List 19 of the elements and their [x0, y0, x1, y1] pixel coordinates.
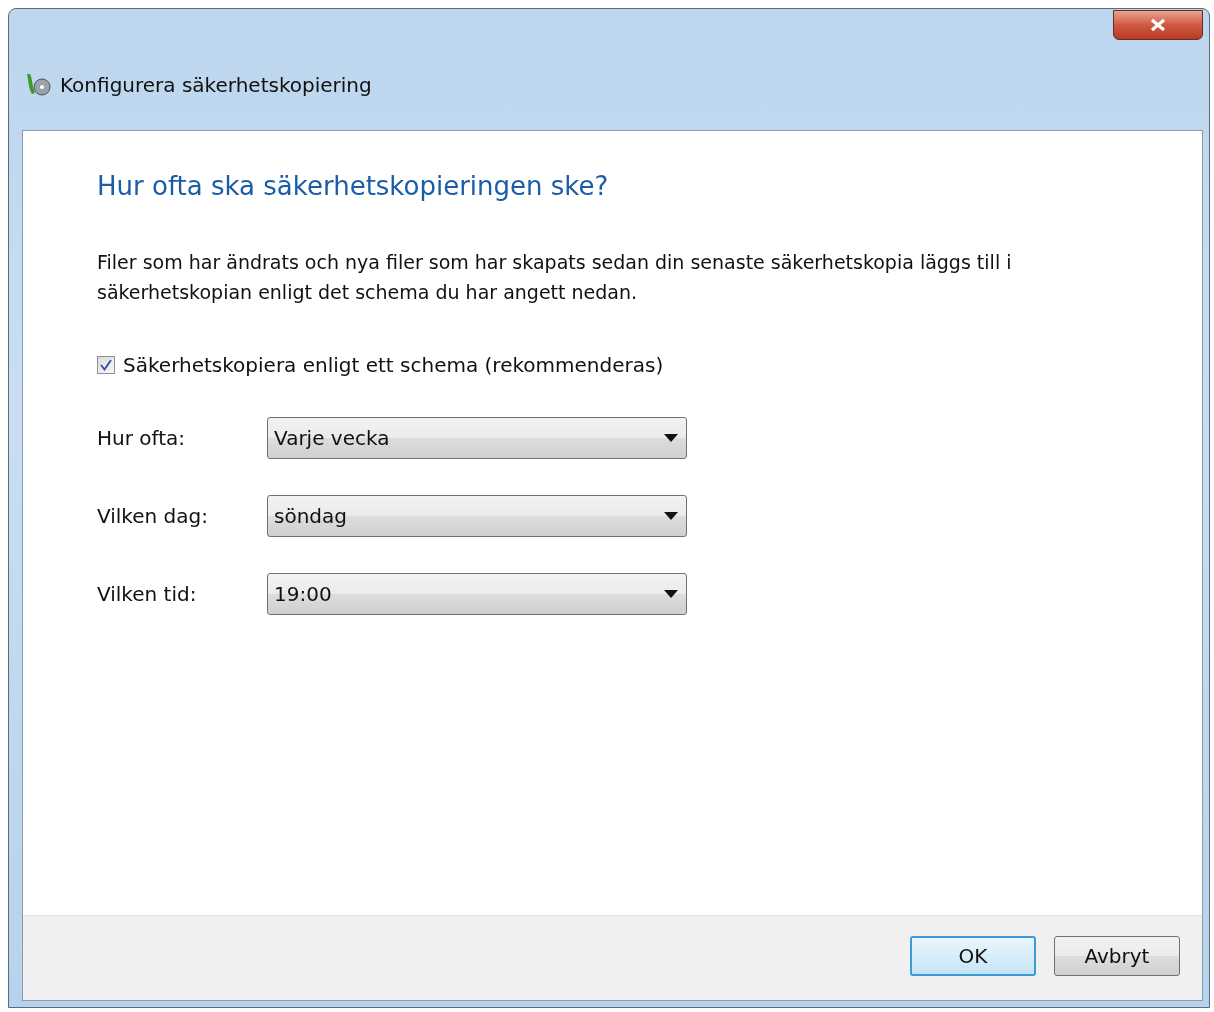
- dropdown-field[interactable]: Varje vecka: [267, 417, 687, 459]
- field-label: Vilken tid:: [97, 582, 198, 606]
- description-text: Filer som har ändrats och nya filer som har skapats sedan din senaste säkerhetskopia läggs till i säkerhetskopian enligt det schema du har angett nedan.: [97, 250, 1013, 305]
- close-icon: [1149, 18, 1167, 32]
- dropdown-arrow-icon: [664, 434, 678, 442]
- field-label: Vilken dag:: [97, 504, 209, 528]
- schedule-checkbox[interactable]: [97, 356, 115, 374]
- checkbox-label: Säkerhetskopiera enligt ett schema (rekommenderas): [123, 353, 664, 377]
- window-title: Konfigurera säkerhetskopiering: [60, 72, 372, 97]
- dropdown-field[interactable]: 19:00: [267, 573, 687, 615]
- backup-disc-icon: [24, 71, 52, 98]
- dialog-button[interactable]: OK: [910, 936, 1036, 976]
- dropdown-arrow-icon: [664, 590, 678, 598]
- close-button[interactable]: [1113, 10, 1203, 40]
- dropdown-field[interactable]: söndag: [267, 495, 687, 537]
- dialog-button[interactable]: Avbryt: [1054, 936, 1180, 976]
- dropdown-arrow-icon: [664, 512, 678, 520]
- page-heading: Hur ofta ska säkerhetskopieringen ske?: [97, 171, 610, 201]
- field-label: Hur ofta:: [97, 426, 187, 450]
